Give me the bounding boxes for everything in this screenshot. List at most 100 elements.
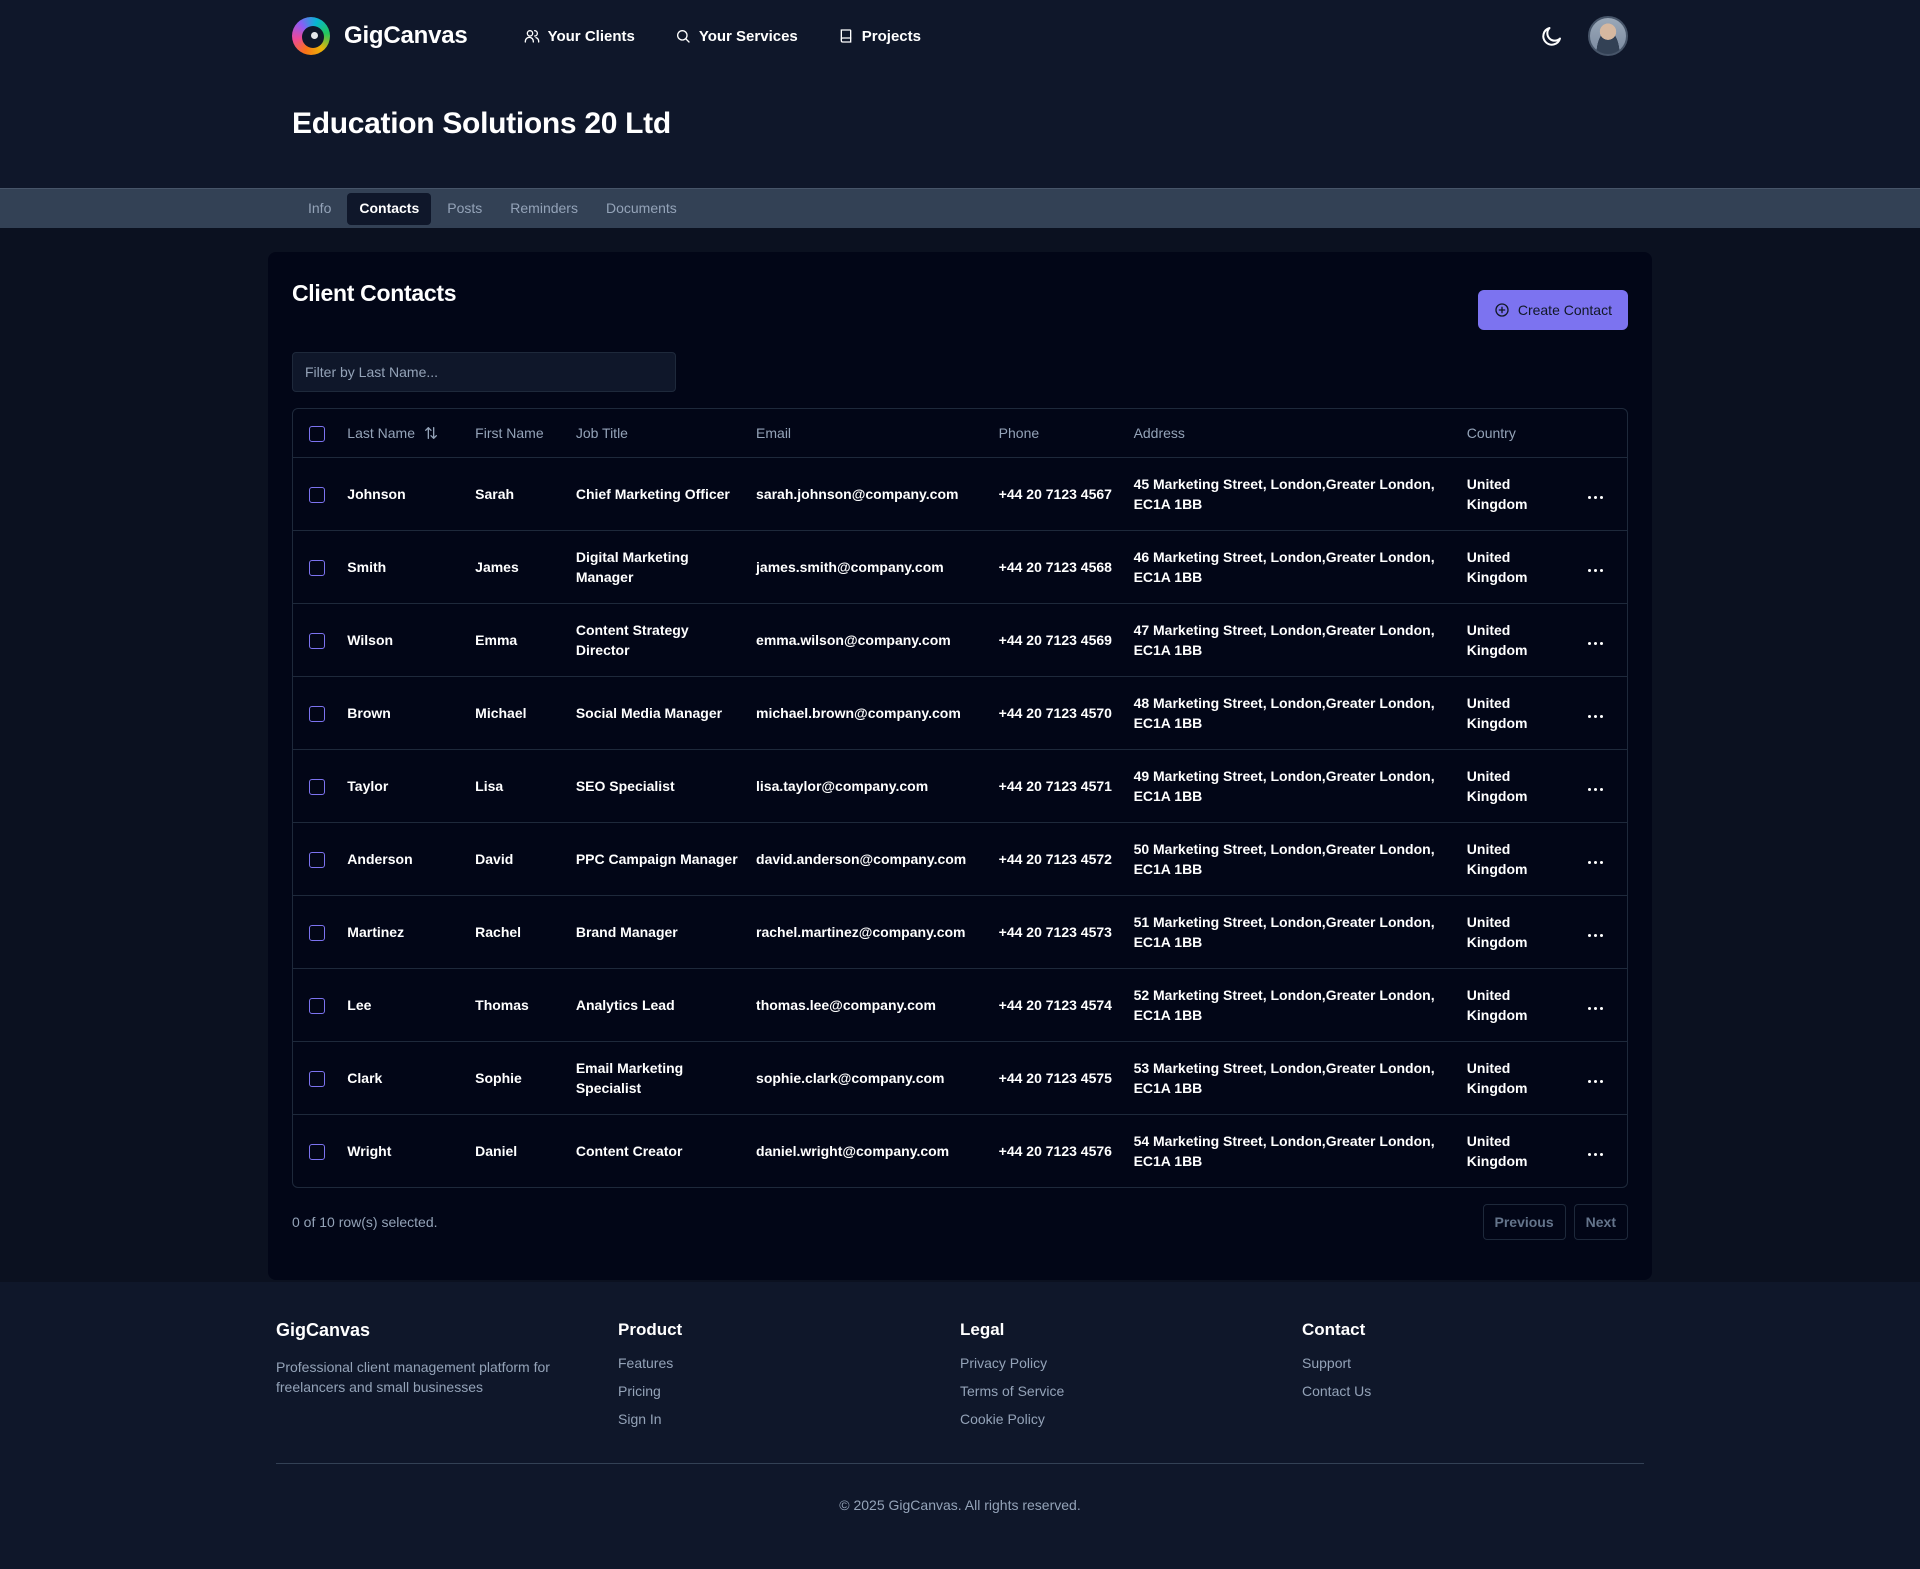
nav-your-services[interactable]: Your Services <box>675 28 798 45</box>
row-checkbox[interactable] <box>309 705 325 722</box>
tab-posts[interactable]: Posts <box>435 193 494 225</box>
footer-link-privacy-policy[interactable]: Privacy Policy <box>960 1354 1302 1373</box>
table-row[interactable]: Taylor Lisa SEO Specialist lisa.taylor@comp… <box>293 748 1627 822</box>
row-checkbox[interactable] <box>309 1070 325 1087</box>
row-select-cell <box>293 894 340 968</box>
row-checkbox[interactable] <box>309 486 325 503</box>
avatar[interactable] <box>1588 16 1628 56</box>
more-horizontal-icon[interactable] <box>1587 641 1603 645</box>
table-body: Johnson Sarah Chief Marketing Officer sarah… <box>293 456 1627 1187</box>
footer-heading: Legal <box>960 1320 1005 1339</box>
first-name-cell: Sarah <box>467 456 568 530</box>
tab-documents[interactable]: Documents <box>594 193 689 225</box>
brand[interactable]: GigCanvas <box>292 17 468 55</box>
nav-label: Projects <box>861 27 921 45</box>
column-address: Address <box>1133 424 1185 441</box>
country-cell: United Kingdom <box>1458 894 1580 968</box>
tab-contacts[interactable]: Contacts <box>347 193 432 225</box>
more-horizontal-icon[interactable] <box>1587 495 1603 499</box>
row-checkbox[interactable] <box>309 559 325 576</box>
select-all-checkbox[interactable] <box>309 425 325 442</box>
more-horizontal-icon[interactable] <box>1587 1152 1603 1156</box>
first-name-cell: Emma <box>467 602 568 676</box>
table-row[interactable]: Smith James Digital Marketing Manager james… <box>293 529 1627 603</box>
row-checkbox[interactable] <box>309 851 325 868</box>
table-row[interactable]: Anderson David PPC Campaign Manager david.a… <box>293 821 1627 895</box>
row-select-cell <box>293 529 340 603</box>
last-name-cell: Lee <box>339 967 468 1041</box>
table-row[interactable]: Wilson Emma Content Strategy Director emma.… <box>293 602 1627 676</box>
footer-link-terms-of-service[interactable]: Terms of Service <box>960 1382 1302 1401</box>
table-footer: 0 of 10 row(s) selected. Previous Next <box>292 1204 1628 1240</box>
plus-circle-icon <box>1495 303 1509 317</box>
last-name-cell: Clark <box>339 1040 468 1114</box>
row-actions-cell <box>1579 967 1627 1041</box>
footer-link-pricing[interactable]: Pricing <box>618 1382 960 1401</box>
moon-icon[interactable] <box>1540 24 1564 48</box>
row-actions-cell <box>1579 894 1627 968</box>
address-cell: 50 Marketing Street, London,Greater Lond… <box>1125 821 1459 895</box>
email-cell: daniel.wright@company.com <box>748 1113 991 1187</box>
row-checkbox[interactable] <box>309 778 325 795</box>
select-all-cell <box>293 409 339 457</box>
create-contact-button[interactable]: Create Contact <box>1477 290 1628 330</box>
email-cell: david.anderson@company.com <box>748 821 991 895</box>
job-title-cell: Social Media Manager <box>567 675 749 749</box>
table-row[interactable]: Wright Daniel Content Creator daniel.wright… <box>293 1113 1627 1187</box>
row-checkbox[interactable] <box>309 924 325 941</box>
column-email: Email <box>756 424 792 441</box>
footer-link-support[interactable]: Support <box>1302 1354 1644 1373</box>
more-horizontal-icon[interactable] <box>1587 860 1603 864</box>
nav-your-clients[interactable]: Your Clients <box>524 28 635 45</box>
nav-projects[interactable]: Projects <box>838 28 921 45</box>
more-horizontal-icon[interactable] <box>1587 1006 1603 1010</box>
row-checkbox[interactable] <box>309 1144 325 1161</box>
more-horizontal-icon[interactable] <box>1587 787 1603 791</box>
more-horizontal-icon[interactable] <box>1587 568 1603 572</box>
country-cell: United Kingdom <box>1458 967 1580 1041</box>
phone-cell: +44 20 7123 4568 <box>990 529 1126 603</box>
last-name-cell: Smith <box>339 529 468 603</box>
column-last-name[interactable]: Last Name <box>339 409 467 457</box>
phone-cell: +44 20 7123 4573 <box>990 894 1126 968</box>
country-cell: United Kingdom <box>1458 1113 1580 1187</box>
next-button[interactable]: Next <box>1573 1204 1628 1240</box>
footer-link-features[interactable]: Features <box>618 1354 960 1373</box>
top-nav: GigCanvas Your Clients Your Services Pro… <box>292 0 1628 72</box>
footer-divider <box>276 1463 1644 1464</box>
previous-button[interactable]: Previous <box>1482 1204 1566 1240</box>
tab-reminders[interactable]: Reminders <box>498 193 590 225</box>
table-row[interactable]: Martinez Rachel Brand Manager rachel.martin… <box>293 894 1627 968</box>
table-row[interactable]: Clark Sophie Email Marketing Specialist sop… <box>293 1040 1627 1114</box>
country-cell: United Kingdom <box>1458 748 1580 822</box>
table-row[interactable]: Brown Michael Social Media Manager michael.… <box>293 675 1627 749</box>
footer-link-contact-us[interactable]: Contact Us <box>1302 1382 1644 1401</box>
table-row[interactable]: Lee Thomas Analytics Lead thomas.lee@compan… <box>293 967 1627 1041</box>
row-checkbox[interactable] <box>309 632 325 649</box>
footer-link-cookie-policy[interactable]: Cookie Policy <box>960 1410 1302 1429</box>
row-actions-cell <box>1579 602 1627 676</box>
footer-link-sign-in[interactable]: Sign In <box>618 1410 960 1429</box>
email-cell: thomas.lee@company.com <box>748 967 991 1041</box>
more-horizontal-icon[interactable] <box>1587 714 1603 718</box>
first-name-cell: David <box>467 821 568 895</box>
country-cell: United Kingdom <box>1458 675 1580 749</box>
column-label: Last Name <box>347 424 415 441</box>
more-horizontal-icon[interactable] <box>1587 1079 1603 1083</box>
job-title-cell: Digital Marketing Manager <box>567 529 749 603</box>
row-checkbox[interactable] <box>309 997 325 1014</box>
more-horizontal-icon[interactable] <box>1587 933 1603 937</box>
address-cell: 45 Marketing Street, London,Greater Lond… <box>1125 456 1459 530</box>
row-select-cell <box>293 1113 340 1187</box>
email-cell: rachel.martinez@company.com <box>748 894 991 968</box>
tab-info[interactable]: Info <box>296 193 343 225</box>
email-cell: sarah.johnson@company.com <box>748 456 991 530</box>
address-cell: 53 Marketing Street, London,Greater Lond… <box>1125 1040 1459 1114</box>
filter-last-name-input[interactable] <box>292 352 676 392</box>
footer-product-column: Product Features Pricing Sign In <box>618 1320 960 1438</box>
footer-contact-column: Contact Support Contact Us <box>1302 1320 1644 1438</box>
phone-cell: +44 20 7123 4567 <box>990 456 1126 530</box>
sort-last-name[interactable]: Last Name <box>347 424 459 442</box>
column-first-name: First Name <box>475 424 544 441</box>
table-row[interactable]: Johnson Sarah Chief Marketing Officer sarah… <box>293 456 1627 530</box>
